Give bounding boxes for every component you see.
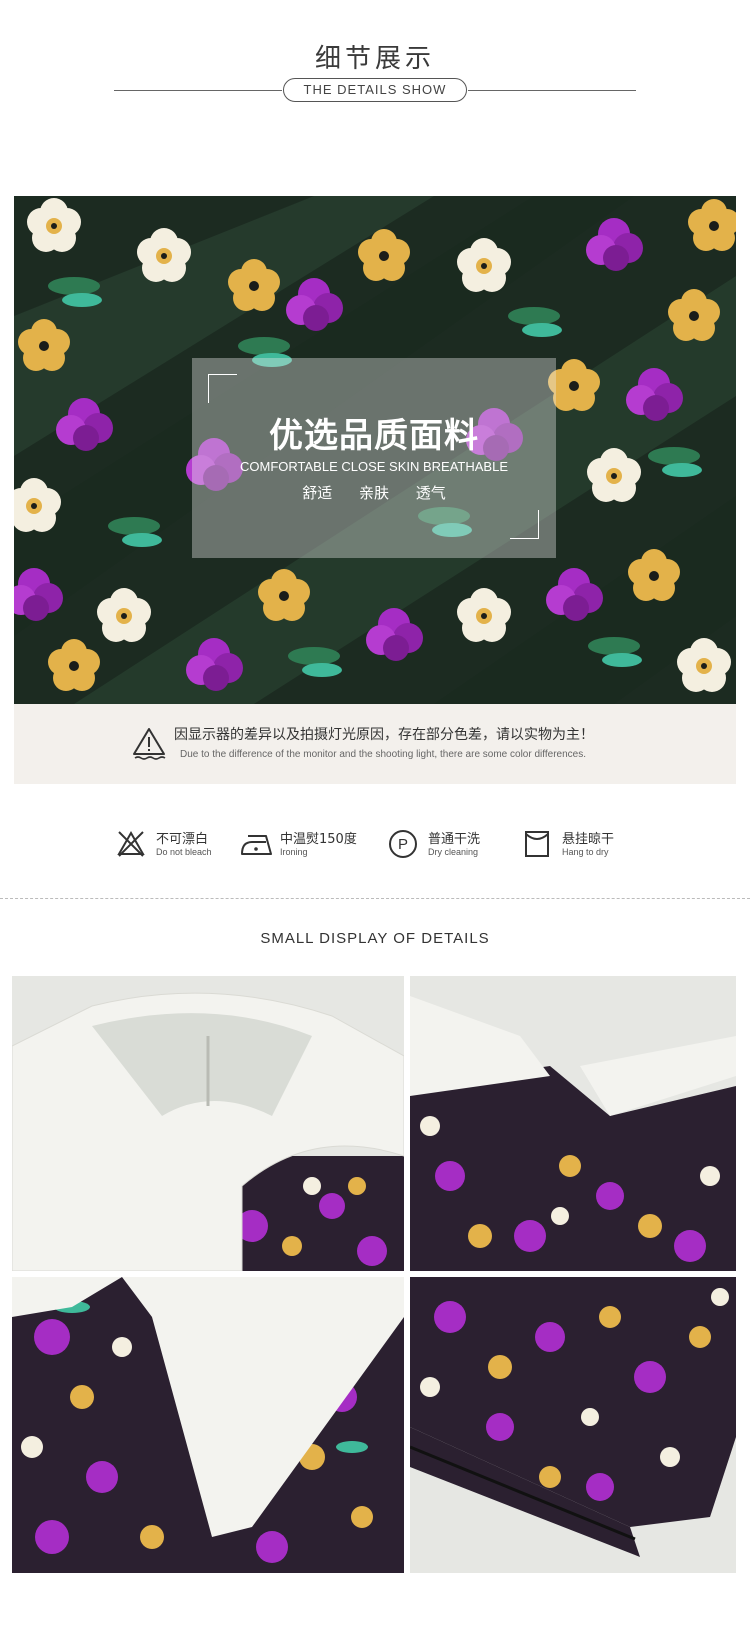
fabric-caption-panel <box>192 358 556 558</box>
warning-triangle-icon <box>132 726 166 762</box>
section-divider <box>0 898 750 899</box>
detail-photo-collar-print <box>12 1277 404 1573</box>
svg-text:P: P <box>398 836 408 853</box>
fabric-title: 优选品质面料 <box>269 416 479 456</box>
care-label-en: Ironing <box>280 847 308 857</box>
care-label-en: Hang to dry <box>562 847 609 857</box>
details-section-title: SMALL DISPLAY OF DETAILS <box>260 930 490 947</box>
detail-photo-sleeve-cuff <box>410 1277 736 1573</box>
care-label-cn: 悬挂晾干 <box>562 832 615 847</box>
caption-corner-top-left <box>208 374 237 403</box>
notice-text-cn: 因显示器的差异以及拍摄灯光原因，存在部分色差，请以实物为主！ <box>174 727 594 743</box>
care-label-cn: 中温熨150度 <box>280 832 357 847</box>
fabric-features: 舒适 亲肤 透气 <box>302 484 446 502</box>
care-label-cn: 普通干洗 <box>428 832 481 847</box>
caption-corner-bottom-right <box>510 510 539 539</box>
iron-icon <box>240 828 274 862</box>
care-label-cn: 不可漂白 <box>156 832 209 847</box>
dry-clean-p-icon: P <box>388 828 422 862</box>
color-notice-band <box>14 704 736 784</box>
no-bleach-icon <box>116 828 150 862</box>
hang-dry-icon <box>522 828 556 862</box>
title-divider-left <box>114 90 282 91</box>
care-label-en: Do not bleach <box>156 847 212 857</box>
fabric-subtitle: COMFORTABLE CLOSE SKIN BREATHABLE <box>239 459 508 474</box>
notice-text-en: Due to the difference of the monitor and… <box>180 749 586 760</box>
detail-photo-collar-point <box>410 976 736 1271</box>
page-subtitle: THE DETAILS SHOW <box>283 78 467 102</box>
title-divider-right <box>468 90 636 91</box>
page-title: 细节展示 <box>314 44 435 74</box>
detail-photo-collar-back <box>12 976 404 1271</box>
care-label-en: Dry cleaning <box>428 847 479 857</box>
